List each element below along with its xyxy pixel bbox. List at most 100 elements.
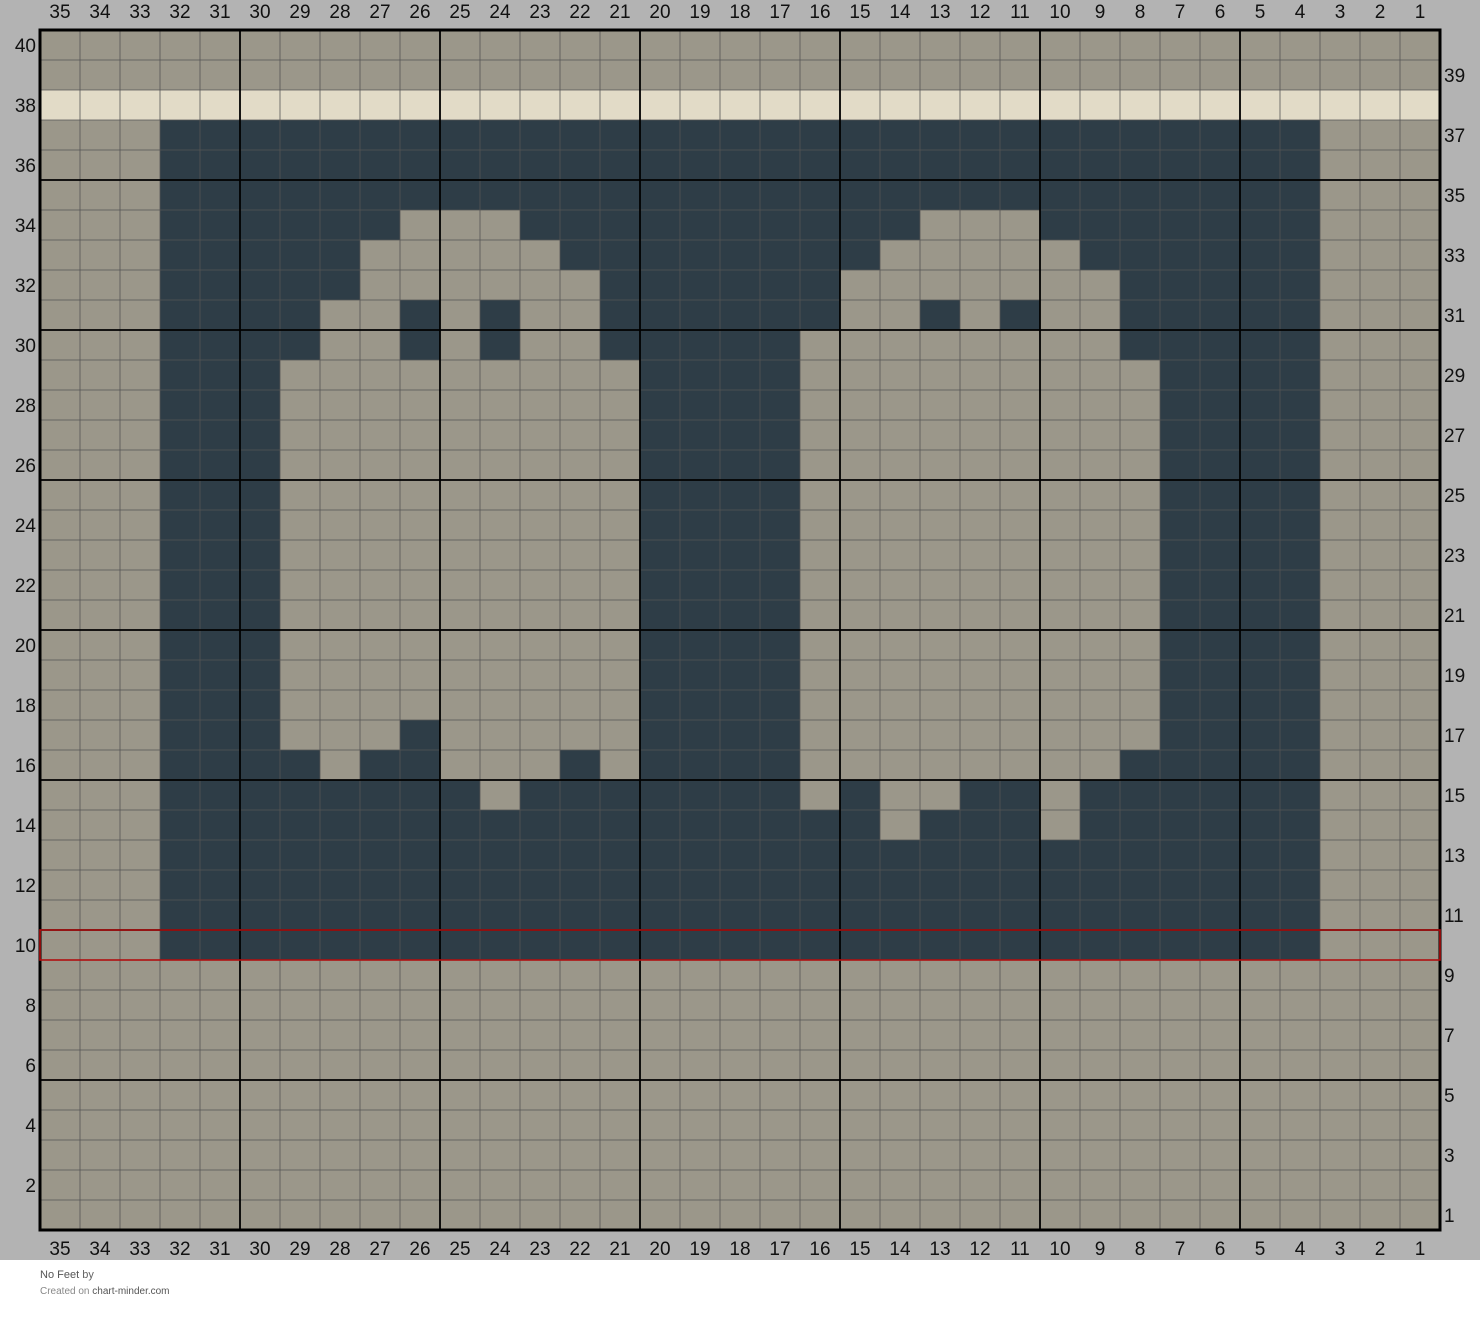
- stitch-cell: [1200, 420, 1240, 450]
- stitch-cell: [1160, 840, 1200, 870]
- stitch-cell: [1160, 180, 1200, 210]
- stitch-cell: [320, 120, 360, 150]
- stitch-cell: [160, 360, 200, 390]
- stitch-cell: [680, 810, 720, 840]
- stitch-cell: [1160, 420, 1200, 450]
- stitch-cell: [480, 150, 520, 180]
- stitch-cell: [920, 840, 960, 870]
- stitch-cell: [560, 780, 600, 810]
- stitch-cell: [440, 930, 480, 960]
- stitch-cell: [760, 780, 800, 810]
- stitch-cell: [200, 210, 240, 240]
- stitch-cell: [680, 150, 720, 180]
- stitch-cell: [1240, 330, 1280, 360]
- column-label-bottom: 13: [929, 1239, 950, 1260]
- column-label-top: 15: [849, 2, 870, 23]
- stitch-cell: [240, 300, 280, 330]
- stitch-cell: [1280, 660, 1320, 690]
- stitch-cell: [360, 930, 400, 960]
- stitch-cell: [640, 450, 680, 480]
- stitch-cell: [800, 240, 840, 270]
- stitch-cell: [600, 210, 640, 240]
- stitch-cell: [1080, 900, 1120, 930]
- stitch-cell: [640, 480, 680, 510]
- stitch-cell: [1160, 570, 1200, 600]
- footer-site-link[interactable]: chart-minder.com: [92, 1286, 169, 1297]
- stitch-cell: [840, 870, 880, 900]
- stitch-cell: [1240, 420, 1280, 450]
- stitch-cell: [1200, 390, 1240, 420]
- row-label-left: 20: [15, 636, 36, 657]
- stitch-cell: [760, 720, 800, 750]
- stitch-cell: [240, 900, 280, 930]
- stitch-cell: [720, 780, 760, 810]
- stitch-cell: [640, 150, 680, 180]
- stitch-cell: [1240, 900, 1280, 930]
- stitch-cell: [1200, 750, 1240, 780]
- stitch-cell: [880, 900, 920, 930]
- stitch-cell: [1240, 300, 1280, 330]
- stitch-cell: [1240, 750, 1280, 780]
- stitch-cell: [720, 510, 760, 540]
- stitch-cell: [1040, 870, 1080, 900]
- column-label-bottom: 24: [489, 1239, 511, 1260]
- stitch-cell: [1200, 780, 1240, 810]
- row-label-right: 9: [1444, 966, 1455, 987]
- stitch-cell: [1200, 720, 1240, 750]
- stitch-cell: [600, 810, 640, 840]
- stitch-cell: [200, 930, 240, 960]
- stitch-cell: [160, 870, 200, 900]
- stitch-cell: [440, 120, 480, 150]
- stitch-cell: [720, 450, 760, 480]
- stitch-cell: [1160, 660, 1200, 690]
- stitch-cell: [680, 630, 720, 660]
- stitch-cell: [320, 180, 360, 210]
- column-label-top: 4: [1295, 2, 1306, 23]
- row-label-right: 25: [1444, 486, 1465, 507]
- stitch-cell: [480, 930, 520, 960]
- stitch-cell: [280, 180, 320, 210]
- row-label-right: 37: [1444, 126, 1465, 147]
- stitch-cell: [800, 840, 840, 870]
- row-label-right: 27: [1444, 426, 1465, 447]
- stitch-cell: [1280, 120, 1320, 150]
- column-label-bottom: 6: [1215, 1239, 1226, 1260]
- stitch-cell: [200, 900, 240, 930]
- stitch-cell: [160, 240, 200, 270]
- row-label-right: 39: [1444, 66, 1465, 87]
- stitch-cell: [1120, 330, 1160, 360]
- column-label-bottom: 34: [89, 1239, 111, 1260]
- stitch-cell: [600, 780, 640, 810]
- column-label-top: 16: [809, 2, 830, 23]
- column-label-bottom: 22: [569, 1239, 590, 1260]
- row-label-left: 30: [15, 336, 36, 357]
- stitch-cell: [440, 840, 480, 870]
- stitch-cell: [680, 840, 720, 870]
- stitch-cell: [760, 690, 800, 720]
- stitch-cell: [440, 810, 480, 840]
- stitch-cell: [1240, 630, 1280, 660]
- stitch-cell: [680, 690, 720, 720]
- column-label-top: 9: [1095, 2, 1106, 23]
- stitch-cell: [1200, 540, 1240, 570]
- stitch-cell: [360, 840, 400, 870]
- stitch-cell: [760, 600, 800, 630]
- row-label-right: 19: [1444, 666, 1465, 687]
- stitch-cell: [960, 870, 1000, 900]
- column-label-top: 12: [969, 2, 990, 23]
- stitch-cell: [360, 750, 400, 780]
- stitch-cell: [240, 660, 280, 690]
- column-label-top: 20: [649, 2, 670, 23]
- column-label-bottom: 8: [1135, 1239, 1146, 1260]
- row-label-right: 7: [1444, 1026, 1455, 1047]
- stitch-cell: [1000, 300, 1040, 330]
- stitch-cell: [640, 900, 680, 930]
- stitch-cell: [720, 840, 760, 870]
- stitch-cell: [160, 630, 200, 660]
- column-label-bottom: 5: [1255, 1239, 1266, 1260]
- column-label-bottom: 10: [1049, 1239, 1070, 1260]
- stitch-cell: [200, 810, 240, 840]
- stitch-cell: [760, 450, 800, 480]
- stitch-cell: [640, 570, 680, 600]
- stitch-cell: [280, 330, 320, 360]
